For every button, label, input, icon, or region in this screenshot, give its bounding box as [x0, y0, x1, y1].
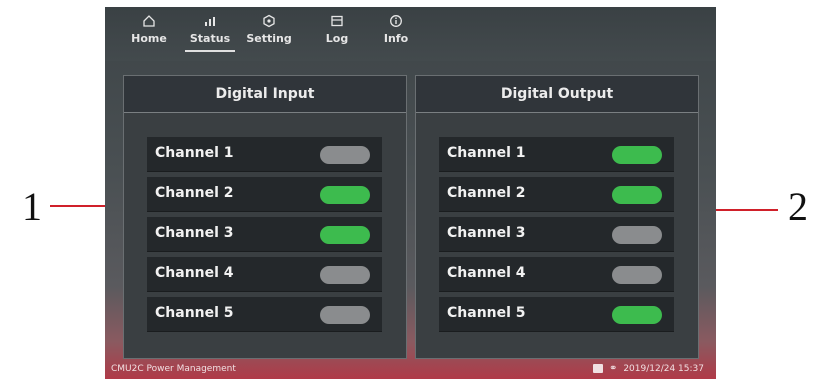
device-screen: Home Status Setting Log Info Digital Inp…: [105, 7, 716, 379]
input-channel-row: Channel 2: [147, 177, 382, 212]
nav-item-log[interactable]: Log: [313, 14, 361, 45]
log-icon: [313, 14, 361, 30]
channel-label: Channel 4: [447, 265, 526, 281]
callout-number-1: 1: [22, 184, 42, 229]
digital-input-panel: Digital Input Channel 1 Channel 2 Channe…: [123, 75, 407, 359]
channel-label: Channel 5: [447, 305, 526, 321]
output-channel-row: Channel 4: [439, 257, 674, 292]
digital-output-channel-list: Channel 1 Channel 2 Channel 3 Channel 4 …: [439, 137, 674, 337]
status-icon: [186, 14, 234, 30]
channel-label: Channel 1: [447, 145, 526, 161]
channel-label: Channel 1: [155, 145, 234, 161]
channel-label: Channel 2: [447, 185, 526, 201]
input-channel-row: Channel 1: [147, 137, 382, 172]
output-channel-row: Channel 5: [439, 297, 674, 332]
digital-input-title: Digital Input: [124, 76, 406, 113]
sd-card-icon: [592, 364, 603, 373]
info-icon: [372, 14, 420, 30]
channel-status-toggle[interactable]: [612, 266, 662, 284]
status-indicators: ⚭ 2019/12/24 15:37: [592, 363, 704, 374]
channel-label: Channel 4: [155, 265, 234, 281]
nav-label-home: Home: [131, 32, 167, 45]
nav-item-status[interactable]: Status: [186, 14, 234, 52]
callout-number-2: 2: [788, 184, 808, 229]
nav-label-status: Status: [189, 32, 231, 45]
channel-label: Channel 3: [155, 225, 234, 241]
nav-item-info[interactable]: Info: [372, 14, 420, 45]
channel-status-toggle[interactable]: [320, 186, 370, 204]
digital-input-channel-list: Channel 1 Channel 2 Channel 3 Channel 4 …: [147, 137, 382, 337]
nav-label-setting: Setting: [246, 32, 292, 45]
output-channel-row: Channel 3: [439, 217, 674, 252]
gear-icon: [245, 14, 293, 30]
channel-status-toggle[interactable]: [320, 306, 370, 324]
nav-label-info: Info: [383, 32, 409, 45]
output-channel-row: Channel 1: [439, 137, 674, 172]
input-channel-row: Channel 3: [147, 217, 382, 252]
status-bar: CMU2C Power Management ⚭ 2019/12/24 15:3…: [105, 359, 716, 379]
channel-status-toggle[interactable]: [320, 226, 370, 244]
channel-status-toggle[interactable]: [612, 146, 662, 164]
input-channel-row: Channel 4: [147, 257, 382, 292]
output-channel-row: Channel 2: [439, 177, 674, 212]
channel-label: Channel 3: [447, 225, 526, 241]
channel-status-toggle[interactable]: [320, 146, 370, 164]
nav-item-setting[interactable]: Setting: [245, 14, 293, 45]
channel-label: Channel 5: [155, 305, 234, 321]
channel-label: Channel 2: [155, 185, 234, 201]
channel-status-toggle[interactable]: [612, 186, 662, 204]
nav-label-log: Log: [325, 32, 349, 45]
digital-output-panel: Digital Output Channel 1 Channel 2 Chann…: [415, 75, 699, 359]
top-navigation: Home Status Setting Log Info: [105, 7, 716, 61]
channel-status-toggle[interactable]: [320, 266, 370, 284]
channel-status-toggle[interactable]: [612, 226, 662, 244]
input-channel-row: Channel 5: [147, 297, 382, 332]
channel-status-toggle[interactable]: [612, 306, 662, 324]
digital-output-title: Digital Output: [416, 76, 698, 113]
datetime-display: 2019/12/24 15:37: [623, 363, 704, 374]
link-icon: ⚭: [608, 363, 618, 374]
home-icon: [125, 14, 173, 30]
nav-item-home[interactable]: Home: [125, 14, 173, 45]
app-name: CMU2C Power Management: [111, 364, 236, 374]
